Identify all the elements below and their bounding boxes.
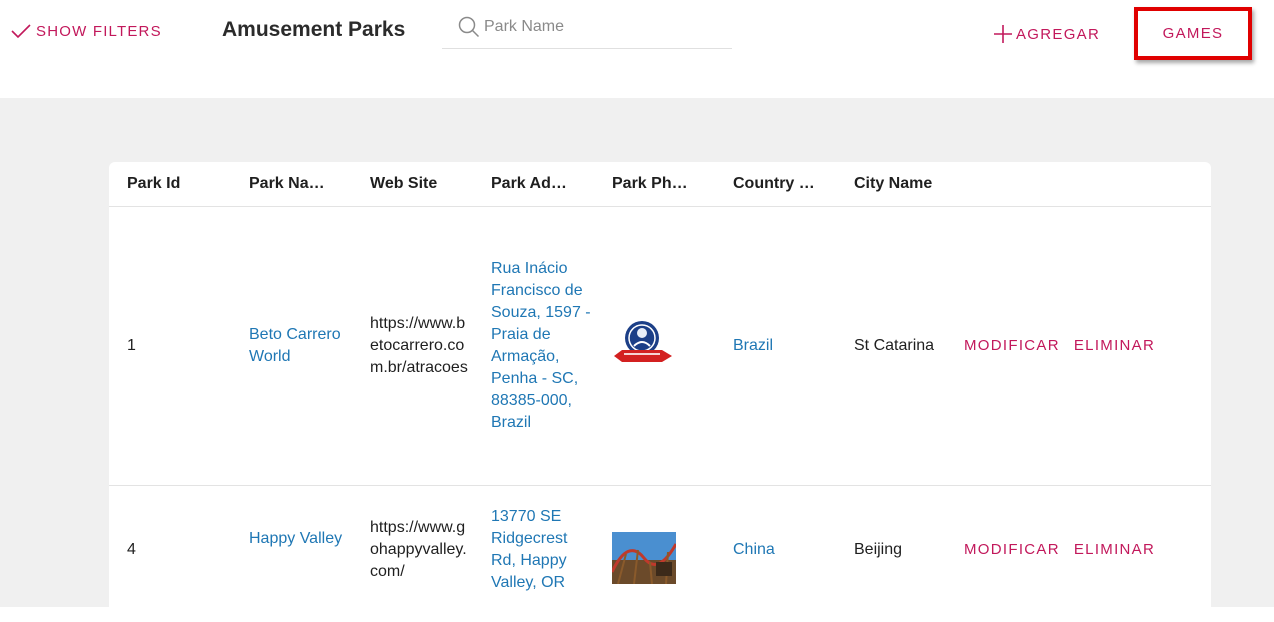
table-row: 4 Happy Valley https://www.gohappyvalley… (109, 486, 1211, 622)
search-box[interactable] (442, 6, 732, 49)
check-icon (10, 23, 32, 39)
city-name-cell: St Catarina (836, 207, 946, 486)
add-button[interactable]: AGREGAR (992, 22, 1100, 46)
games-button-label: GAMES (1163, 25, 1224, 42)
park-address-cell[interactable]: Rua Inácio Francisco de Souza, 1597 - Pr… (473, 207, 594, 486)
parks-table: Park Id Park Na… Web Site Park Ad… Park … (109, 162, 1211, 622)
column-header-city-name[interactable]: City Name (836, 162, 946, 207)
column-header-web-site[interactable]: Web Site (352, 162, 473, 207)
web-site-cell: https://www.gohappyvalley.com/ (352, 486, 473, 622)
plus-icon (992, 23, 1014, 45)
page-title: Amusement Parks (222, 14, 412, 46)
country-name-cell[interactable]: China (715, 486, 836, 622)
search-icon (458, 16, 480, 38)
show-filters-button[interactable]: SHOW FILTERS (10, 20, 162, 42)
web-site-cell: https://www.betocarrero.com.br/atracoes (352, 207, 473, 486)
delete-button[interactable]: ELIMINAR (1074, 539, 1155, 561)
beto-carrero-logo-icon (612, 316, 676, 370)
column-header-park-address[interactable]: Park Ad… (473, 162, 594, 207)
add-button-label: AGREGAR (1016, 26, 1100, 43)
park-name-cell[interactable]: Happy Valley (231, 486, 352, 622)
games-button[interactable]: GAMES (1134, 7, 1252, 60)
content-area: Park Id Park Na… Web Site Park Ad… Park … (0, 98, 1274, 607)
column-header-country-name[interactable]: Country … (715, 162, 836, 207)
park-address-cell[interactable]: 13770 SE Ridgecrest Rd, Happy Valley, OR (473, 486, 594, 622)
column-header-park-photo[interactable]: Park Ph… (594, 162, 715, 207)
country-name-cell[interactable]: Brazil (715, 207, 836, 486)
table-row: 1 Beto Carrero World https://www.betocar… (109, 207, 1211, 486)
city-name-text: Beijing (854, 486, 946, 561)
parks-table-card: Park Id Park Na… Web Site Park Ad… Park … (109, 162, 1211, 622)
column-header-actions (946, 162, 1211, 207)
search-input[interactable] (482, 12, 726, 42)
row-actions: MODIFICAR ELIMINAR (946, 486, 1211, 622)
park-id-text: 4 (127, 486, 231, 561)
park-photo-wrap (612, 486, 715, 591)
delete-button[interactable]: ELIMINAR (1074, 335, 1155, 357)
park-name-cell[interactable]: Beto Carrero World (231, 207, 352, 486)
roller-coaster-photo-icon (612, 532, 676, 584)
modify-button[interactable]: MODIFICAR (964, 335, 1060, 357)
country-name-text[interactable]: China (733, 486, 836, 561)
park-address-text[interactable]: 13770 SE Ridgecrest Rd, Happy Valley, OR (491, 486, 594, 594)
modify-button[interactable]: MODIFICAR (964, 539, 1060, 561)
city-name-cell: Beijing (836, 486, 946, 622)
row-actions-wrap: MODIFICAR ELIMINAR (964, 486, 1211, 561)
table-header-row: Park Id Park Na… Web Site Park Ad… Park … (109, 162, 1211, 207)
park-photo-cell (594, 486, 715, 622)
park-id-cell: 4 (109, 486, 231, 622)
column-header-park-name[interactable]: Park Na… (231, 162, 352, 207)
show-filters-label: SHOW FILTERS (36, 23, 162, 40)
web-site-text: https://www.gohappyvalley.com/ (370, 486, 473, 583)
top-bar: SHOW FILTERS Amusement Parks AGREGAR GAM… (0, 0, 1274, 98)
row-actions: MODIFICAR ELIMINAR (946, 207, 1211, 486)
park-name-text[interactable]: Happy Valley (249, 486, 352, 550)
park-photo-cell (594, 207, 715, 486)
column-header-park-id[interactable]: Park Id (109, 162, 231, 207)
park-id-cell: 1 (109, 207, 231, 486)
